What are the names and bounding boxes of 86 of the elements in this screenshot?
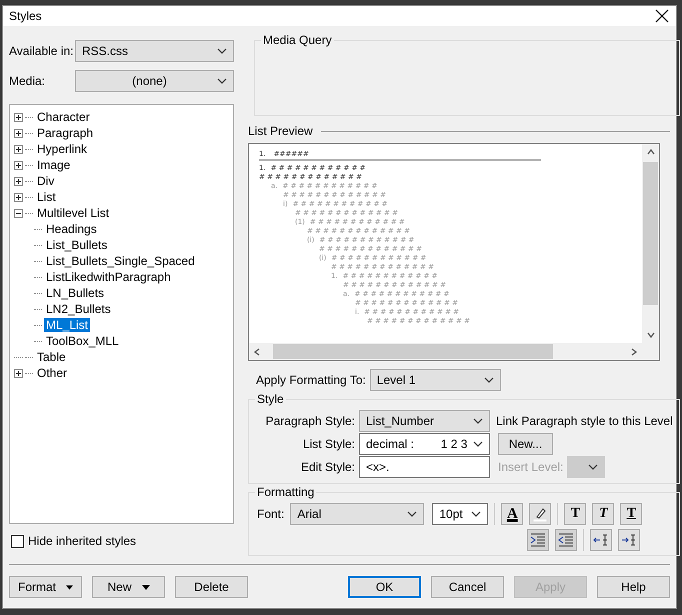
- font-color-button[interactable]: A: [501, 503, 524, 525]
- list-indent-icon: [530, 532, 546, 548]
- tree-item[interactable]: ToolBox_MLL: [44, 334, 121, 348]
- indent-button[interactable]: [526, 529, 549, 551]
- field-label: Apply Formatting To:: [256, 373, 366, 387]
- field-label: Paragraph Style:: [264, 414, 356, 428]
- arrow-left-icon: [253, 348, 261, 356]
- tree-item[interactable]: List_Bullets: [44, 238, 110, 252]
- font-size-dropdown[interactable]: 10pt: [432, 503, 488, 525]
- level-dropdown[interactable]: Level 1: [370, 369, 501, 391]
- new-button[interactable]: New...: [498, 433, 553, 455]
- tree-item[interactable]: LN2_Bullets: [44, 302, 113, 316]
- stylesheet-dropdown[interactable]: RSS.css: [75, 40, 234, 62]
- tree-item[interactable]: Hyperlink: [35, 142, 90, 156]
- tree-item[interactable]: Multilevel List: [35, 206, 112, 220]
- field-label: List Style:: [302, 437, 356, 451]
- expand-icon[interactable]: [14, 160, 23, 170]
- group-label: Style: [255, 392, 286, 406]
- list-style-dropdown[interactable]: decimal : 1 2 3: [359, 433, 490, 455]
- dialog-button[interactable]: Delete: [175, 576, 248, 598]
- expand-icon[interactable]: [14, 128, 23, 138]
- chevron-down-icon: [407, 511, 418, 517]
- tree-item[interactable]: Div: [35, 174, 56, 188]
- list-indent-icon: [558, 532, 574, 548]
- field-label: Edit Style:: [300, 460, 356, 474]
- link-label: Link Paragraph style to this Level: [496, 414, 673, 428]
- italic-button[interactable]: T: [592, 503, 614, 525]
- chevron-down-icon: [471, 511, 482, 517]
- tree-item[interactable]: Character: [35, 110, 92, 124]
- dropdown-arrow-icon: [66, 584, 73, 590]
- tree-item[interactable]: Other: [35, 366, 70, 380]
- tree-item[interactable]: ML_List: [44, 318, 90, 332]
- checkbox-label: Hide inherited styles: [28, 534, 136, 548]
- close-button[interactable]: [654, 8, 670, 24]
- paragraph-style-dropdown[interactable]: List_Number: [359, 410, 490, 432]
- underline-button[interactable]: T: [620, 503, 642, 525]
- dropdown-arrow-icon: [142, 584, 150, 590]
- field-label: Media:: [9, 74, 46, 88]
- arrow-up-icon: [646, 148, 654, 156]
- tree-item[interactable]: List: [35, 190, 58, 204]
- dialog-button[interactable]: Help: [597, 576, 670, 598]
- collapse-icon[interactable]: [14, 208, 23, 218]
- dialog-button[interactable]: OK: [348, 576, 421, 598]
- field-label: Insert Level:: [498, 460, 564, 474]
- field-label: Font:: [257, 507, 284, 521]
- chevron-down-icon: [217, 78, 227, 84]
- section-title: List Preview: [248, 124, 313, 138]
- bold-button[interactable]: T: [564, 503, 586, 525]
- highlight-button[interactable]: [529, 503, 552, 525]
- edit-style-field[interactable]: <x>.: [359, 456, 490, 478]
- chevron-down-icon: [484, 377, 494, 383]
- chevron-down-icon: [473, 441, 483, 447]
- tree-item[interactable]: ListLikedwithParagraph: [44, 270, 173, 284]
- level-button[interactable]: [618, 529, 640, 551]
- dialog-button[interactable]: Cancel: [431, 576, 504, 598]
- chevron-down-icon: [473, 418, 483, 424]
- list-indent-icon: [620, 532, 637, 548]
- expand-icon[interactable]: [14, 192, 23, 202]
- media-dropdown[interactable]: (none): [75, 70, 234, 92]
- level-button[interactable]: [590, 529, 612, 551]
- font-dropdown[interactable]: Arial: [290, 503, 424, 525]
- tree-item[interactable]: Image: [35, 158, 72, 172]
- window-title: Styles: [9, 9, 42, 23]
- arrow-right-icon: [630, 348, 638, 356]
- tree-item[interactable]: Headings: [44, 222, 99, 236]
- highlighter-icon: [532, 506, 548, 522]
- close-icon: [654, 8, 670, 24]
- tree-item[interactable]: LN_Bullets: [44, 286, 106, 300]
- field-label: Available in:: [9, 44, 74, 58]
- checkbox[interactable]: [11, 534, 24, 548]
- tree-item[interactable]: Paragraph: [35, 126, 96, 140]
- group-label: Media Query: [261, 33, 334, 47]
- tree-item[interactable]: List_Bullets_Single_Spaced: [44, 254, 197, 268]
- chevron-down-icon: [217, 48, 227, 54]
- expand-icon[interactable]: [14, 368, 23, 378]
- dialog-button[interactable]: New: [92, 576, 165, 598]
- chevron-down-icon: [588, 464, 598, 470]
- tree-item[interactable]: Table: [35, 350, 68, 364]
- expand-icon[interactable]: [14, 112, 23, 122]
- list-indent-icon: [592, 532, 609, 548]
- indent-button[interactable]: [554, 529, 577, 551]
- group-label: Formatting: [255, 485, 316, 499]
- dialog-button[interactable]: Format: [9, 576, 82, 598]
- expand-icon[interactable]: [14, 144, 23, 154]
- expand-icon[interactable]: [14, 176, 23, 186]
- arrow-down-icon: [646, 331, 654, 339]
